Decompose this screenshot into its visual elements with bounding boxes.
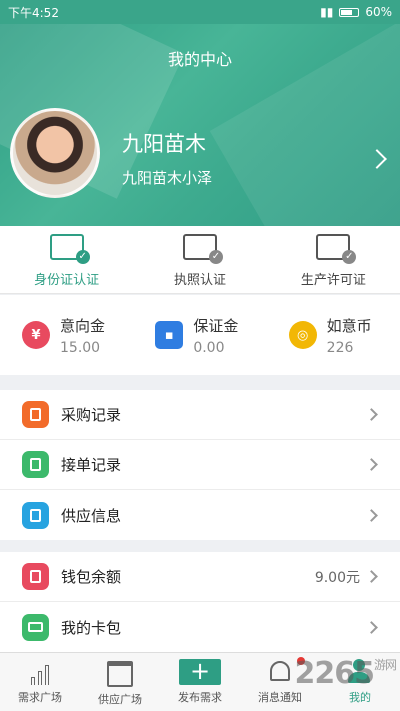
chevron-right-icon xyxy=(365,458,378,471)
nav-label: 需求广场 xyxy=(18,691,62,704)
license-icon: ✓ xyxy=(182,234,223,264)
yen-coin-icon: ¥ xyxy=(22,321,50,349)
chevron-right-icon xyxy=(365,508,378,522)
nav-demand-square[interactable]: 需求广场 xyxy=(0,653,80,711)
menu-label: 钱包余额 xyxy=(61,568,122,586)
bell-icon xyxy=(270,661,290,681)
cert-label: 身份证认证 xyxy=(34,273,100,288)
intention-money[interactable]: ¥ 意向金 15.00 xyxy=(0,295,133,375)
menu-label: 接单记录 xyxy=(61,456,122,474)
watermark: 2265游网 xyxy=(294,656,397,691)
battery-icon xyxy=(339,7,360,17)
wallet-balance-item[interactable]: 钱包余额 9.00元 xyxy=(0,552,400,602)
user-subtitle: 九阳苗木小泽 xyxy=(122,169,213,187)
cert-label: 执照认证 xyxy=(173,273,226,288)
lock-icon: ▪ xyxy=(155,321,184,349)
chevron-right-icon xyxy=(365,408,378,421)
profile-header: 我的中心 九阳苗木 九阳苗木小泽 xyxy=(0,24,400,226)
certification-row: ✓ 身份证认证 ✓ 执照认证 ✓ 生产许可证 xyxy=(0,226,400,294)
wallet-label: 意向金 xyxy=(60,316,106,335)
wallet-label: 如意币 xyxy=(326,316,372,335)
purchase-record-icon xyxy=(22,401,49,428)
page-title: 我的中心 xyxy=(167,50,232,69)
nav-label: 供应广场 xyxy=(98,693,142,706)
my-cards-item[interactable]: 我的卡包 xyxy=(0,602,400,652)
status-time: 下午4:52 xyxy=(8,5,59,20)
wallet-value: 15.00 xyxy=(60,339,101,356)
production-permit-icon: ✓ xyxy=(316,234,357,264)
avatar[interactable] xyxy=(10,108,100,198)
cert-label: 生产许可证 xyxy=(300,273,366,288)
check-icon: ✓ xyxy=(342,250,357,264)
wallet-icon xyxy=(22,563,49,590)
status-icons: ▮▮ 60% xyxy=(320,5,392,19)
supply-info-item[interactable]: 供应信息 xyxy=(0,490,400,540)
battery-percent: 60% xyxy=(365,5,392,19)
nav-label: 发布需求 xyxy=(178,691,222,704)
wallet-menu: 钱包余额 9.00元 我的卡包 xyxy=(0,552,400,652)
wallet-value: 226 xyxy=(326,339,354,356)
id-card-icon: ✓ xyxy=(49,234,90,264)
bar-chart-icon xyxy=(27,659,53,685)
menu-label: 供应信息 xyxy=(61,506,122,525)
wallet-balance-value: 9.00元 xyxy=(314,569,360,586)
check-icon: ✓ xyxy=(208,250,223,264)
wallet-value: 0.00 xyxy=(193,339,225,356)
ruyi-coin[interactable]: ◎ 如意币 226 xyxy=(267,295,400,375)
nav-label: 我的 xyxy=(349,691,371,704)
chevron-right-icon xyxy=(365,570,378,583)
status-bar: 下午4:52 ▮▮ 60% xyxy=(0,0,400,24)
card-icon xyxy=(22,613,49,641)
license-certification[interactable]: ✓ 执照认证 xyxy=(133,226,266,293)
menu-label: 采购记录 xyxy=(61,406,122,424)
id-card-certification[interactable]: ✓ 身份证认证 xyxy=(0,226,133,293)
shop-icon xyxy=(107,661,133,687)
nav-label: 消息通知 xyxy=(258,691,302,704)
check-icon: ✓ xyxy=(75,250,90,264)
production-permit-certification[interactable]: ✓ 生产许可证 xyxy=(267,226,400,293)
chevron-right-icon xyxy=(365,620,378,634)
nav-publish-demand[interactable]: + 发布需求 xyxy=(160,653,240,711)
records-menu: 采购记录 接单记录 供应信息 xyxy=(0,390,400,540)
deposit[interactable]: ▪ 保证金 0.00 xyxy=(133,295,266,375)
purchase-records-item[interactable]: 采购记录 xyxy=(0,390,400,440)
order-records-item[interactable]: 接单记录 xyxy=(0,440,400,490)
wallet-row: ¥ 意向金 15.00 ▪ 保证金 0.00 ◎ 如意币 226 xyxy=(0,295,400,375)
user-name: 九阳苗木 xyxy=(122,132,206,156)
coin-icon: ◎ xyxy=(288,321,317,349)
signal-icon: ▮▮ xyxy=(320,5,334,19)
menu-label: 我的卡包 xyxy=(61,618,122,637)
order-record-icon xyxy=(22,451,49,478)
wallet-label: 保证金 xyxy=(193,316,239,335)
supply-info-icon xyxy=(22,501,49,529)
plus-icon: + xyxy=(179,659,221,685)
nav-supply-square[interactable]: 供应广场 xyxy=(80,653,160,711)
